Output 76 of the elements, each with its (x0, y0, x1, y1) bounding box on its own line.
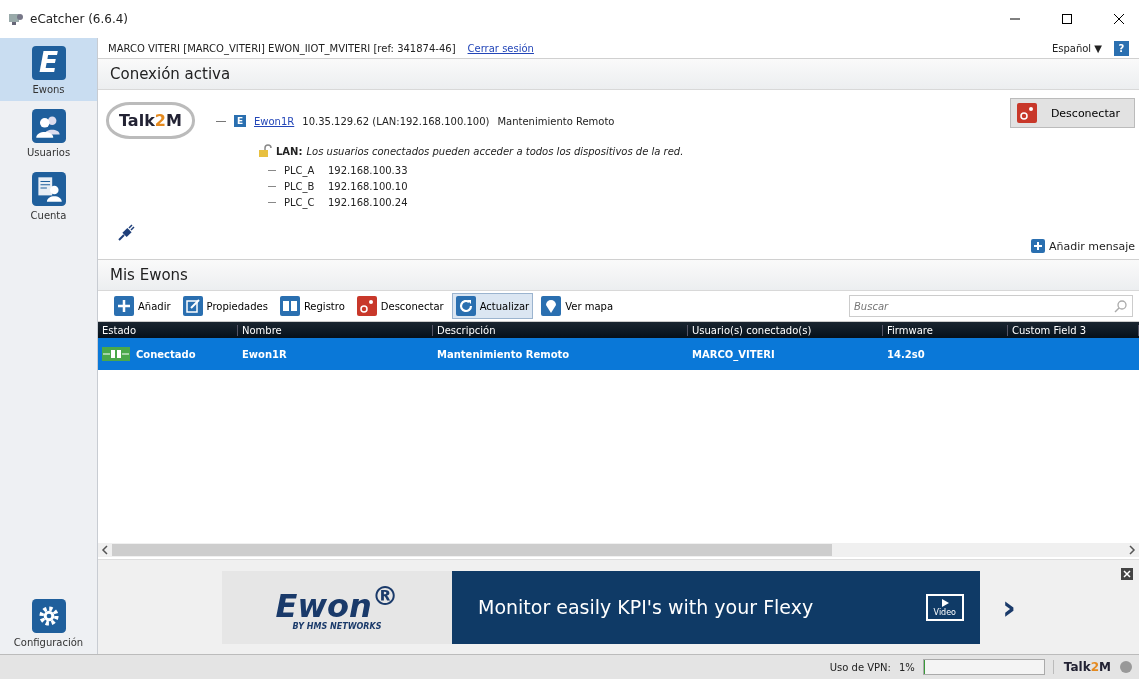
plc-ip: 192.168.100.33 (328, 164, 408, 176)
disconnect-icon (356, 296, 377, 316)
plc-ip: 192.168.100.10 (328, 180, 408, 192)
video-icon: Video (925, 593, 964, 621)
map-pin-icon (541, 296, 562, 316)
ad-banner[interactable]: Monitor easily KPI's with your Flexy Video (452, 570, 980, 644)
account-icon (31, 172, 66, 206)
close-icon[interactable] (1113, 13, 1125, 25)
plc-name: PLC_C (284, 196, 316, 208)
edit-icon (182, 296, 203, 316)
toolbar-button[interactable]: Registro (275, 293, 349, 319)
vpn-usage-value: 1% (898, 661, 915, 673)
sidebar-item[interactable]: E Ewons (0, 38, 97, 101)
column-header[interactable]: Custom Field 3 (1008, 324, 1139, 336)
table-cell-text: Mantenimiento Remoto (436, 348, 571, 360)
toolbar-button[interactable]: Ver mapa (537, 293, 618, 319)
ewon-logo-icon: E (31, 46, 66, 80)
section-title: Conexión activa (110, 65, 231, 83)
toolbar-button[interactable]: Añadir (110, 293, 175, 319)
refresh-icon (455, 296, 476, 316)
column-header[interactable]: Usuario(s) conectado(s) (688, 324, 883, 336)
user-info: MARCO VITERI [MARCO_VITERI] EWON_IIOT_MVITERI [ref: 341874-46] (108, 42, 456, 54)
toolbar-button[interactable]: Desconectar (352, 293, 448, 319)
add-message-button[interactable]: Añadir mensaje (1030, 239, 1135, 253)
talk2m-logo: Talk2M (106, 102, 195, 139)
horizontal-scrollbar[interactable] (98, 543, 1139, 557)
disconnect-button[interactable]: Desconectar (1009, 98, 1135, 128)
toolbar-button[interactable]: Propiedades (178, 293, 272, 319)
banner-message: Monitor easily KPI's with your Flexy (478, 596, 814, 618)
next-button[interactable]: › (1002, 587, 1016, 627)
language-dropdown[interactable]: Español ▼ (1051, 42, 1102, 54)
column-header[interactable]: Descripción (433, 324, 688, 336)
users-icon (31, 109, 66, 143)
maximize-icon[interactable] (1061, 13, 1073, 25)
lan-label: LAN: (276, 145, 303, 157)
disconnect-icon (1016, 103, 1037, 123)
table-row[interactable]: Conectado Ewon1R Mantenimiento Remoto MARCO_VITERI 14.2s0 (98, 338, 1139, 372)
logo-subtitle: BY HMS NETWORKS (292, 621, 382, 631)
help-button[interactable]: ? (1114, 40, 1129, 56)
section-title: Mis Ewons (110, 266, 188, 284)
window-title: eCatcher (6.6.4) (30, 12, 129, 26)
column-header[interactable]: Estado (98, 324, 238, 336)
settings-item[interactable]: Configuración (0, 591, 97, 654)
table-cell-text: Ewon1R (241, 348, 288, 360)
talk2m-logo: Talk2M (1052, 660, 1111, 674)
table-cell-text: 14.2s0 (886, 348, 926, 360)
table-cell: Conectado (136, 348, 196, 360)
device-description: Mantenimiento Remoto (497, 115, 615, 127)
settings-icon (31, 599, 66, 633)
connected-status-icon (102, 347, 130, 361)
padlock-icon (258, 144, 272, 158)
plc-name: PLC_A (284, 164, 316, 176)
logout-link[interactable]: Cerrar sesión (467, 42, 534, 54)
plc-ip: 192.168.100.24 (328, 196, 408, 208)
app-icon (8, 11, 24, 27)
column-header[interactable]: Firmware (883, 324, 1008, 336)
device-link[interactable]: Ewon1R (254, 115, 295, 127)
device-address: 10.35.129.62 (LAN:192.168.100.100) (302, 115, 490, 127)
lan-description: Los usuarios conectados pueden acceder a todos los dispositivos de la red. (306, 145, 684, 157)
book-icon (279, 296, 300, 316)
column-header[interactable]: Nombre (238, 324, 433, 336)
table-cell-text: MARCO_VITERI (691, 348, 776, 360)
ewon-icon: E (234, 115, 246, 127)
status-indicator-icon (1119, 660, 1133, 674)
close-icon[interactable] (1121, 568, 1133, 580)
plug-icon (116, 223, 136, 243)
plus-icon (114, 296, 134, 316)
vpn-usage-label: Uso de VPN: (829, 661, 891, 673)
sidebar-item[interactable]: Usuarios (0, 101, 97, 164)
search-icon (1114, 299, 1128, 313)
search-field[interactable]: Buscar (849, 295, 1133, 317)
plus-icon (1030, 239, 1045, 253)
sidebar-item[interactable]: Cuenta (0, 164, 97, 227)
ewon-logo: Ewon$^{®}$ (275, 583, 399, 622)
plc-name: PLC_B (284, 180, 316, 192)
toolbar-button[interactable]: Actualizar (451, 293, 534, 319)
